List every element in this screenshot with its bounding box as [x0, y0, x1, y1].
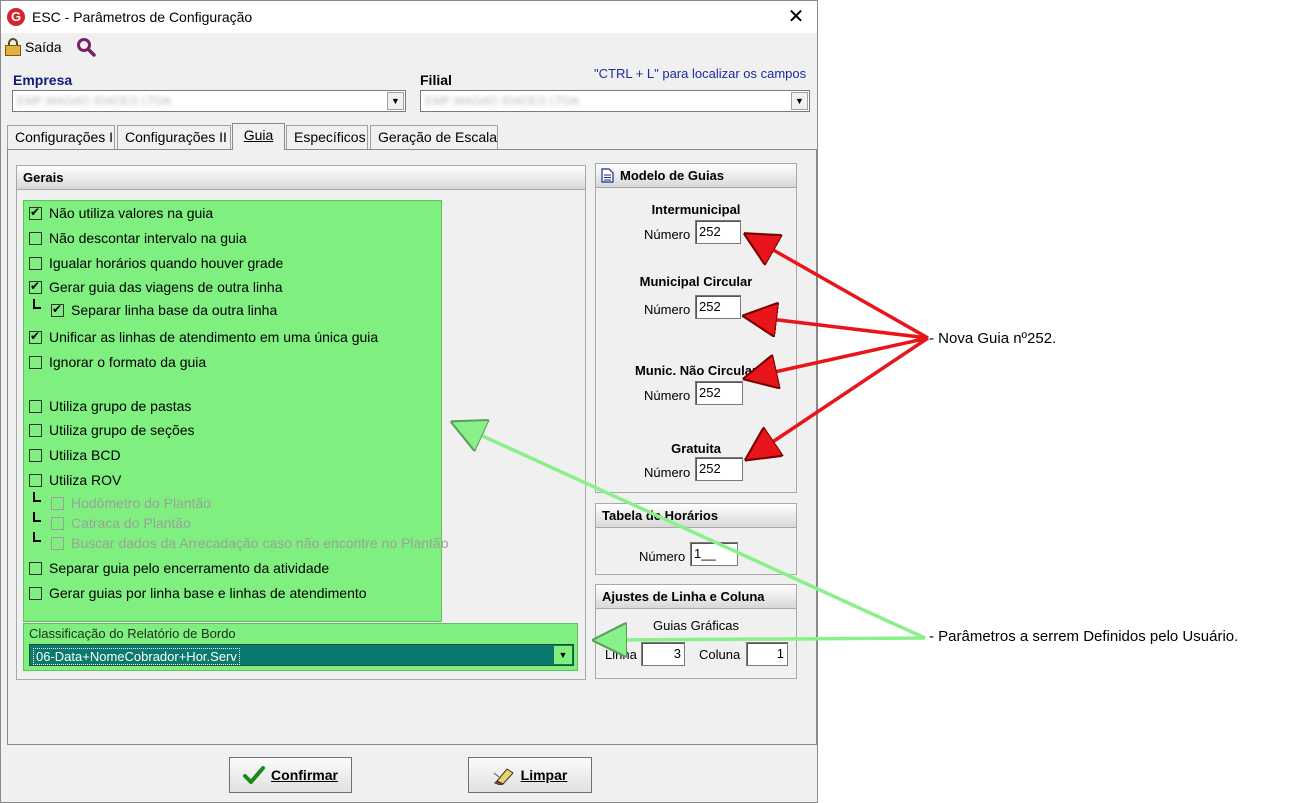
option-buscar-arrecadacao: Buscar dados da Arrecadação caso não enc… [51, 534, 448, 552]
empresa-label: Empresa [13, 72, 73, 88]
tab-guia[interactable]: Guia [232, 123, 285, 150]
municipal-circular-numero-label: Número [644, 302, 691, 317]
annotation-parametros: - Parâmetros a serrem Definidos pelo Usu… [929, 628, 1239, 645]
tab-geracao-escala[interactable]: Geração de Escala [370, 125, 498, 149]
modelo-guias-header: Modelo de Guias [596, 164, 796, 188]
checkmark-icon [243, 766, 266, 784]
munic-nao-circular-numero-label: Número [644, 388, 691, 403]
close-icon[interactable]: ✕ [781, 4, 811, 30]
checkbox[interactable] [29, 279, 42, 294]
linha-label: Linha [605, 647, 637, 662]
option-utiliza-rov[interactable]: Utiliza ROV [29, 471, 121, 489]
classificacao-select[interactable]: 06-Data+NomeCobrador+Hor.Serv ▼ [29, 644, 574, 666]
toolbar: Saída [1, 33, 817, 61]
checkbox[interactable] [29, 399, 42, 413]
intermunicipal-numero-label: Número [644, 227, 691, 242]
option-catraca: Catraca do Plantão [51, 514, 191, 532]
checkbox[interactable] [29, 423, 42, 437]
tab-especificos[interactable]: Específicos [286, 125, 368, 149]
config-window: G ESC - Parâmetros de Configuração ✕ Saí… [0, 0, 818, 803]
tabela-horarios-header: Tabela de Horários [596, 504, 796, 528]
checkbox[interactable] [29, 231, 42, 245]
tab-configuracoes-ii[interactable]: Configurações II [117, 125, 231, 149]
guias-graficas-label: Guias Gráficas [653, 618, 739, 633]
option-separar-encerramento[interactable]: Separar guia pelo encerramento da ativid… [29, 559, 329, 577]
exit-button[interactable]: Saída [5, 36, 62, 58]
empresa-value: EMP MAGAD IDADES LTDA [17, 94, 172, 108]
linha-input[interactable]: 3 [641, 642, 685, 666]
option-gerar-guias-linha-base[interactable]: Gerar guias por linha base e linhas de a… [29, 584, 367, 602]
gratuita-numero-input[interactable]: 252 [695, 457, 743, 481]
option-igualar-horarios[interactable]: Igualar horários quando houver grade [29, 254, 283, 272]
tabela-numero-label: Número [639, 549, 686, 564]
coluna-input[interactable]: 1 [746, 642, 788, 666]
municipal-circular-numero-input[interactable]: 252 [695, 295, 741, 319]
chevron-down-icon: ▼ [791, 92, 808, 110]
option-grupo-secoes[interactable]: Utiliza grupo de seções [29, 421, 195, 439]
checkbox [51, 496, 64, 510]
classificacao-value: 06-Data+NomeCobrador+Hor.Serv [33, 648, 240, 665]
chevron-down-icon: ▼ [387, 92, 404, 110]
search-hint: "CTRL + L" para localizar os campos [594, 66, 807, 81]
option-unificar-linhas[interactable]: Unificar as linhas de atendimento em uma… [29, 328, 378, 346]
option-grupo-pastas[interactable]: Utiliza grupo de pastas [29, 397, 191, 415]
classificacao-highlight: Classificação do Relatório de Bordo 06-D… [23, 623, 578, 671]
checkbox[interactable] [51, 302, 64, 317]
lock-icon [5, 38, 21, 56]
option-separar-linha-base[interactable]: Separar linha base da outra linha [51, 301, 277, 319]
checkbox[interactable] [29, 473, 42, 487]
chevron-down-icon: ▼ [554, 646, 572, 664]
option-ignorar-formato[interactable]: Ignorar o formato da guia [29, 353, 206, 371]
tree-connector [33, 512, 41, 522]
tabela-numero-input[interactable]: 1__ [690, 542, 738, 566]
checkbox [51, 516, 64, 530]
limpar-button[interactable]: Limpar [468, 757, 592, 793]
checkbox[interactable] [29, 205, 42, 220]
annotation-nova-guia: - Nova Guia nº252. [929, 330, 1057, 347]
filial-select[interactable]: EMP MAGAD IDADES LTDA ▼ [420, 90, 810, 112]
option-hodometro: Hodômetro do Plantão [51, 494, 211, 512]
tree-connector [33, 532, 41, 542]
tree-connector [33, 299, 41, 309]
option-gerar-guia-viagens[interactable]: Gerar guia das viagens de outra linha [29, 278, 282, 296]
document-icon [601, 168, 614, 183]
coluna-label: Coluna [699, 647, 741, 662]
gratuita-title: Gratuita [671, 441, 721, 456]
tab-configuracoes-i[interactable]: Configurações I [7, 125, 115, 149]
checkbox[interactable] [29, 561, 42, 575]
municipal-circular-title: Municipal Circular [639, 274, 753, 289]
tree-connector [33, 492, 41, 502]
munic-nao-circular-title: Munic. Não Circular [634, 363, 758, 378]
option-nao-descontar-intervalo[interactable]: Não descontar intervalo na guia [29, 229, 247, 247]
empresa-select[interactable]: EMP MAGAD IDADES LTDA ▼ [12, 90, 406, 112]
exit-label: Saída [25, 39, 62, 55]
window-title: ESC - Parâmetros de Configuração [32, 9, 253, 25]
ajustes-header: Ajustes de Linha e Coluna [596, 585, 796, 609]
checkbox[interactable] [29, 355, 42, 369]
checkbox[interactable] [29, 448, 42, 462]
gratuita-numero-label: Número [644, 465, 691, 480]
classificacao-label: Classificação do Relatório de Bordo [29, 626, 236, 641]
title-bar: G ESC - Parâmetros de Configuração ✕ [1, 1, 817, 33]
checkbox[interactable] [29, 256, 42, 270]
search-button[interactable] [76, 37, 96, 57]
checkbox [51, 536, 64, 550]
app-logo-icon: G [7, 8, 25, 26]
munic-nao-circular-numero-input[interactable]: 252 [695, 381, 743, 405]
filial-value: EMP MAGAD IDADES LTDA [425, 94, 580, 108]
search-icon [77, 38, 96, 57]
checkbox[interactable] [29, 586, 42, 600]
option-nao-utiliza-valores[interactable]: Não utiliza valores na guia [29, 204, 213, 222]
intermunicipal-title: Intermunicipal [651, 202, 741, 217]
gerais-header: Gerais [17, 166, 585, 190]
confirmar-button[interactable]: Confirmar [229, 757, 352, 793]
checkbox[interactable] [29, 329, 42, 344]
eraser-icon [493, 768, 514, 785]
intermunicipal-numero-input[interactable]: 252 [695, 220, 741, 244]
filial-label: Filial [420, 72, 452, 88]
option-utiliza-bcd[interactable]: Utiliza BCD [29, 446, 121, 464]
